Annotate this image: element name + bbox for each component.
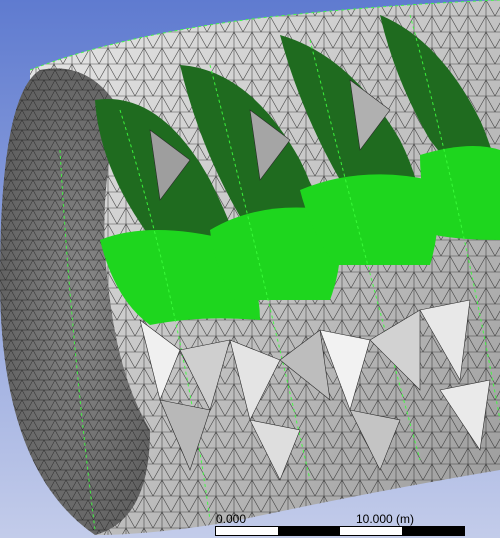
scale-start-label: 0.000 bbox=[216, 512, 247, 526]
scale-bar-segment bbox=[402, 527, 464, 535]
3d-viewport[interactable]: 0.000 10.000 (m) bbox=[0, 0, 500, 538]
scale-bar-segment bbox=[278, 527, 340, 535]
blade-4-light bbox=[420, 146, 500, 240]
scale-end-label: 10.000 (m) bbox=[356, 512, 415, 526]
scale-bar bbox=[215, 526, 465, 536]
mesh-model[interactable] bbox=[0, 0, 500, 538]
